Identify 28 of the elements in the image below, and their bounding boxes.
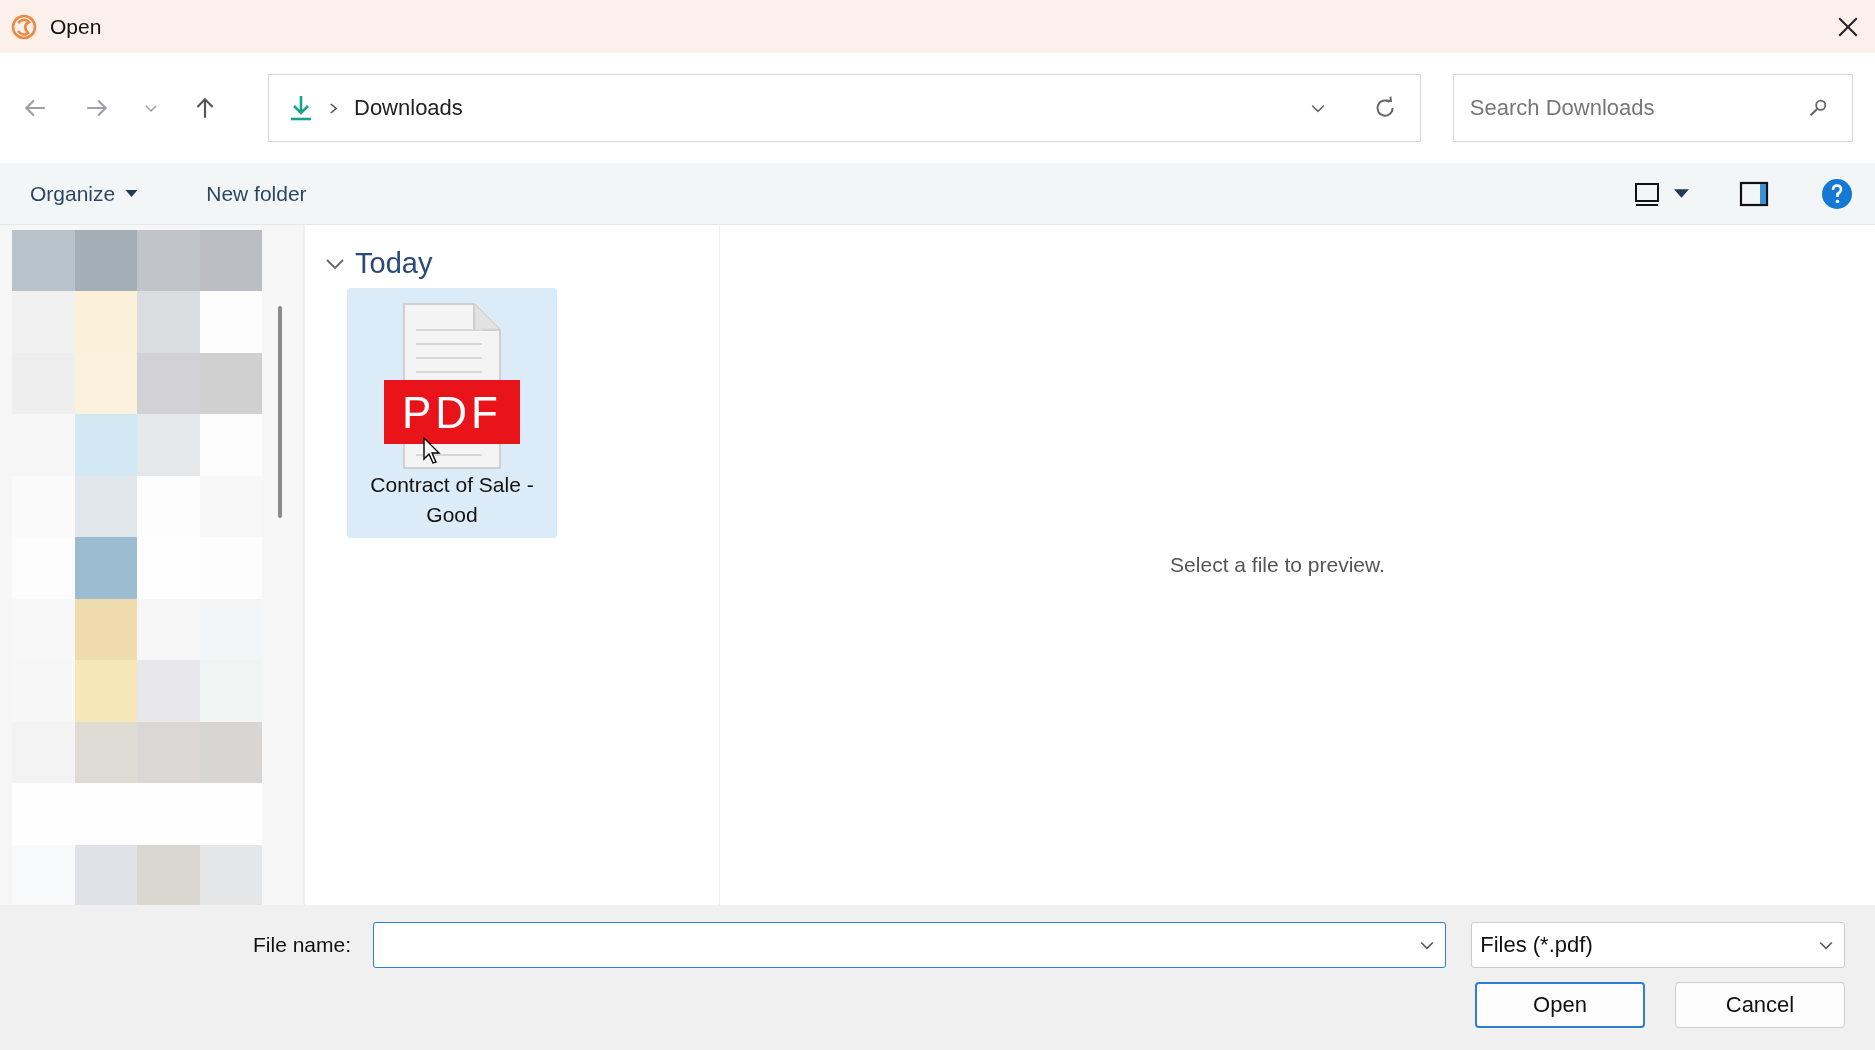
file-name-field[interactable]	[372, 922, 1447, 968]
preview-pane-icon[interactable]	[1739, 180, 1769, 207]
mouse-pointer-icon	[423, 437, 441, 465]
preview-message: Select a file to preview.	[1170, 553, 1385, 577]
view-layout-icon[interactable]	[1634, 180, 1660, 207]
window-title: Open	[50, 14, 102, 39]
chevron-right-icon	[329, 101, 338, 115]
group-header[interactable]: Today	[355, 247, 433, 280]
caret-down-icon[interactable]	[1674, 189, 1689, 198]
search-field[interactable]: Search Downloads	[1452, 74, 1853, 142]
new-folder-button[interactable]: New folder	[194, 175, 319, 212]
file-type-dropdown[interactable]: Files (*.pdf)	[1471, 922, 1845, 968]
file-name-label: File name:	[253, 933, 353, 957]
app-logo-icon	[10, 12, 38, 41]
file-name: Contract of Sale - Good	[369, 472, 535, 528]
chevron-down-icon[interactable]	[325, 256, 345, 271]
scrollbar-thumb[interactable]	[278, 306, 282, 518]
cancel-button[interactable]: Cancel	[1675, 982, 1845, 1028]
close-icon[interactable]	[1837, 15, 1859, 38]
location-text: Downloads	[354, 95, 463, 121]
address-bar[interactable]: Downloads	[268, 74, 1421, 142]
caret-down-icon	[125, 189, 139, 198]
organize-button[interactable]: Organize	[18, 175, 151, 212]
open-button[interactable]: Open	[1475, 982, 1645, 1028]
download-icon	[289, 94, 313, 122]
help-icon[interactable]	[1821, 177, 1853, 210]
file-item[interactable]: PDF Contract of Sale - Good	[347, 288, 557, 538]
search-icon	[1807, 97, 1829, 119]
